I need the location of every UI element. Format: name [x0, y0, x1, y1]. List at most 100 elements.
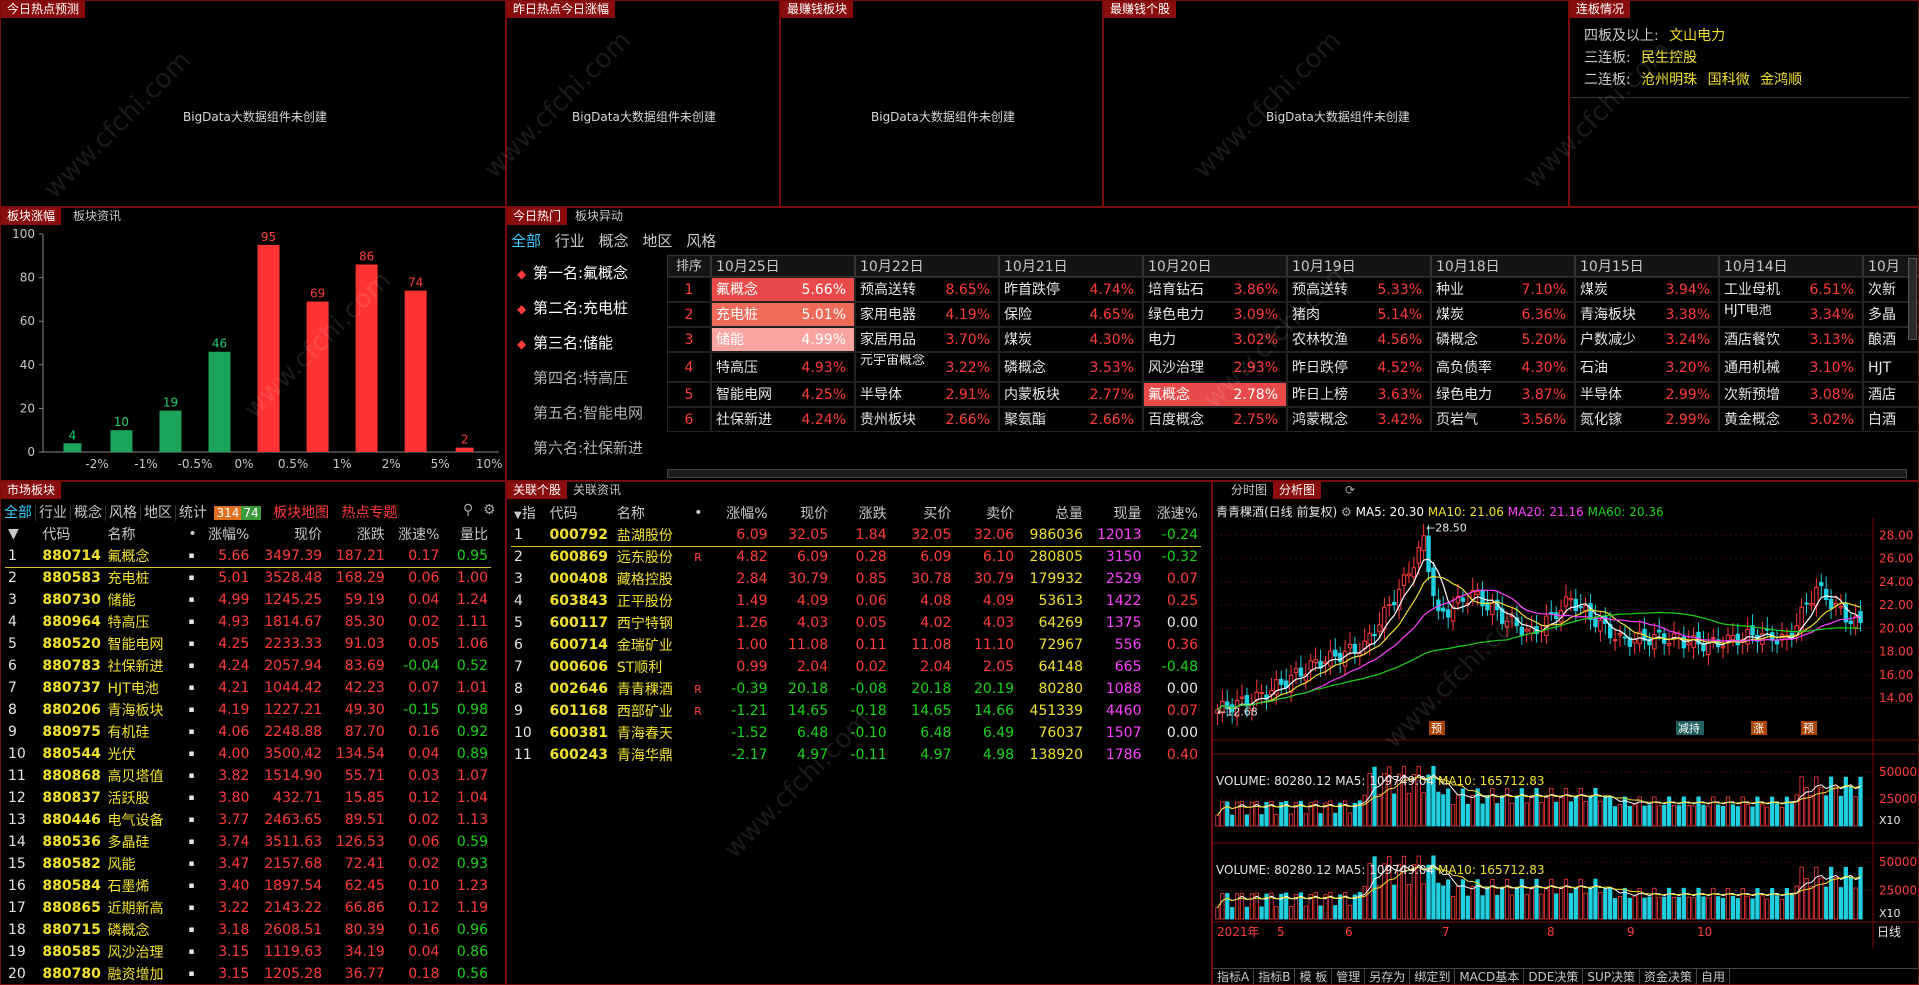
stock-link[interactable]: 文山电力: [1669, 28, 1725, 44]
table-row[interactable]: 1 880714 氟概念 ▪ 5.66 3497.39 187.21 0.17 0.95: [5, 545, 491, 567]
tab-custom[interactable]: 自用: [1697, 969, 1731, 984]
stock-link[interactable]: 国科微: [1708, 72, 1750, 88]
hot-cell[interactable]: 社保新进 4.24%: [711, 407, 855, 432]
hot-cell[interactable]: 储能 4.99%: [711, 327, 855, 352]
table-row[interactable]: 10 880544 光伏 ▪ 4.00 3500.42 134.54 0.04 0.89: [5, 743, 491, 765]
rank-item[interactable]: ◆ 第一名:氟概念: [517, 256, 667, 291]
tab-indicator-a[interactable]: 指标A: [1213, 969, 1255, 984]
hot-cell[interactable]: 昨日跌停 4.52%: [1287, 352, 1431, 382]
date-header[interactable]: 10月19日: [1287, 255, 1431, 277]
hot-cell[interactable]: 户数减少 3.24%: [1575, 327, 1719, 352]
col-speed[interactable]: 涨速%: [388, 523, 443, 545]
hot-cell[interactable]: 石油 3.20%: [1575, 352, 1719, 382]
tab-template[interactable]: 模 板: [1295, 969, 1333, 984]
col-change[interactable]: 涨跌: [325, 523, 388, 545]
col-volume[interactable]: 总量: [1017, 502, 1086, 524]
hot-cell[interactable]: 酒店: [1863, 382, 1918, 407]
hot-cell[interactable]: 次新预增 3.08%: [1719, 382, 1863, 407]
tab-dde[interactable]: DDE决策: [1524, 969, 1584, 984]
hot-cell[interactable]: 保险 4.65%: [999, 302, 1143, 327]
tab-bind[interactable]: 绑定到: [1410, 969, 1456, 984]
refresh-icon[interactable]: ⟳: [1345, 483, 1355, 497]
tab-today-hot[interactable]: 今日热门: [507, 208, 568, 225]
hot-cell[interactable]: 半导体 2.91%: [855, 382, 999, 407]
col-code[interactable]: 代码: [547, 502, 614, 524]
hot-cell[interactable]: 磷概念 5.20%: [1431, 327, 1575, 352]
date-header[interactable]: 10月21日: [999, 255, 1143, 277]
tab-stat[interactable]: 统计: [175, 505, 210, 521]
table-row[interactable]: 7 000606 ST顺利 0.99 2.04 0.02 2.04 2.05 64148 665 -…: [511, 656, 1201, 678]
hot-cell[interactable]: 青海板块 3.38%: [1575, 302, 1719, 327]
hot-cell[interactable]: 百度概念 2.75%: [1143, 407, 1287, 432]
col-name[interactable]: 名称: [105, 523, 186, 545]
hot-cell[interactable]: 昨首跌停 4.74%: [999, 277, 1143, 302]
table-row[interactable]: 14 880536 多晶硅 ▪ 3.74 3511.63 126.53 0.06 0.59: [5, 831, 491, 853]
table-row[interactable]: 4 603843 正平股份 1.49 4.09 0.06 4.08 4.09 53613 1422…: [511, 590, 1201, 612]
hot-cell[interactable]: 充电桩 5.01%: [711, 302, 855, 327]
col-bid[interactable]: 买价: [890, 502, 955, 524]
hot-cell[interactable]: 高负债率 4.30%: [1431, 352, 1575, 382]
hot-cell[interactable]: 绿色电力 3.09%: [1143, 302, 1287, 327]
rank-item[interactable]: ◆ 第二名:充电桩: [517, 291, 667, 326]
hot-cell[interactable]: 半导体 2.99%: [1575, 382, 1719, 407]
hot-cell[interactable]: 黄金概念 3.02%: [1719, 407, 1863, 432]
date-header[interactable]: 10月18日: [1431, 255, 1575, 277]
table-row[interactable]: 11 880868 高贝塔值 ▪ 3.82 1514.90 55.71 0.03 1.07: [5, 765, 491, 787]
table-row[interactable]: 20 880780 融资增加 ▪ 3.15 1205.28 36.77 0.18 0.56: [5, 963, 491, 984]
hot-cell[interactable]: 培育钻石 3.86%: [1143, 277, 1287, 302]
tab-concept[interactable]: 概念: [70, 505, 105, 521]
filter-region[interactable]: 地区: [642, 232, 672, 250]
col-code[interactable]: 代码: [39, 523, 104, 545]
rank-item[interactable]: 第五名:智能电网: [517, 396, 667, 431]
table-row[interactable]: 19 880585 风沙治理 ▪ 3.15 1119.63 34.19 0.04 0.86: [5, 941, 491, 963]
hot-cell[interactable]: 绿色电力 3.87%: [1431, 382, 1575, 407]
table-row[interactable]: 6 600714 金瑞矿业 1.00 11.08 0.11 11.08 11.10 72967 5…: [511, 634, 1201, 656]
table-row[interactable]: 8 002646 青青稞酒 R -0.39 20.18 -0.08 20.18 20.19 802…: [511, 678, 1201, 700]
rank-item[interactable]: 第六名:社保新进: [517, 431, 667, 466]
table-row[interactable]: 3 880730 储能 ▪ 4.99 1245.25 59.19 0.04 1.24: [5, 589, 491, 611]
table-row[interactable]: 17 880865 近期新高 ▪ 3.22 2143.22 66.86 0.12 1.19: [5, 897, 491, 919]
filter-all[interactable]: 全部: [511, 232, 541, 250]
hot-cell[interactable]: 鸿蒙概念 3.42%: [1287, 407, 1431, 432]
sector-map-link[interactable]: 板块地图: [273, 505, 329, 521]
vertical-scrollbar[interactable]: [1908, 258, 1917, 340]
table-row[interactable]: 1 000792 盐湖股份 6.09 32.05 1.84 32.05 32.06 986036…: [511, 524, 1201, 546]
kline-chart[interactable]: 28.00 26.00 24.00 22.00 20.00 18.00 16.00 14.00…: [1213, 518, 1918, 948]
table-row[interactable]: 13 880446 电气设备 ▪ 3.77 2463.65 89.51 0.02 1.13: [5, 809, 491, 831]
hot-topic-link[interactable]: 热点专题: [342, 505, 398, 521]
tab-macd[interactable]: MACD基本: [1455, 969, 1525, 984]
table-row[interactable]: 16 880584 石墨烯 ▪ 3.40 1897.54 62.45 0.10 1.23: [5, 875, 491, 897]
hot-cell[interactable]: 预高送转 5.33%: [1287, 277, 1431, 302]
hot-cell[interactable]: 酒店餐饮 3.13%: [1719, 327, 1863, 352]
hot-cell[interactable]: 煤炭 6.36%: [1431, 302, 1575, 327]
hot-cell[interactable]: 风沙治理 2.93%: [1143, 352, 1287, 382]
tab-analysis[interactable]: 分析图: [1273, 482, 1322, 499]
settings-icon[interactable]: ⚙: [1341, 505, 1352, 519]
rank-item[interactable]: ◆ 第三名:储能: [517, 326, 667, 361]
col-price[interactable]: 现价: [771, 502, 832, 524]
hot-cell[interactable]: 家居用品 3.70%: [855, 327, 999, 352]
hot-cell[interactable]: 页岩气 3.56%: [1431, 407, 1575, 432]
hot-cell[interactable]: 预高送转 8.65%: [855, 277, 999, 302]
table-row[interactable]: 10 600381 青海春天 -1.52 6.48 -0.10 6.48 6.49 76037 1…: [511, 722, 1201, 744]
tab-sector-news[interactable]: 板块资讯: [67, 208, 127, 225]
table-row[interactable]: 5 880520 智能电网 ▪ 4.25 2233.33 91.03 0.05 1.06: [5, 633, 491, 655]
hot-cell[interactable]: 家用电器 4.19%: [855, 302, 999, 327]
hot-cell[interactable]: 白酒: [1863, 407, 1918, 432]
hot-cell[interactable]: 农林牧渔 4.56%: [1287, 327, 1431, 352]
hot-cell[interactable]: 贵州板块 2.66%: [855, 407, 999, 432]
stock-link[interactable]: 金鸿顺: [1760, 72, 1802, 88]
hot-cell[interactable]: 特高压 4.93%: [711, 352, 855, 382]
table-row[interactable]: 2 600869 远东股份 R 4.82 6.09 0.28 6.09 6.10 280805 31…: [511, 546, 1201, 568]
col-cur-vol[interactable]: 现量: [1086, 502, 1145, 524]
col-change-pct[interactable]: 涨幅%: [200, 523, 253, 545]
gear-icon[interactable]: ⚙: [483, 502, 496, 518]
hot-cell[interactable]: 智能电网 4.25%: [711, 382, 855, 407]
hot-cell[interactable]: 元宇宙概念 3.22%: [855, 352, 999, 382]
tab-related-news[interactable]: 关联资讯: [567, 482, 627, 499]
col-index[interactable]: ▼指: [511, 502, 547, 524]
col-name[interactable]: 名称: [614, 502, 691, 524]
search-icon[interactable]: ⚲: [463, 502, 473, 518]
filter-concept[interactable]: 概念: [599, 232, 629, 250]
table-row[interactable]: 7 880737 HJT电池 ▪ 4.21 1044.42 42.23 0.07 1.01: [5, 677, 491, 699]
